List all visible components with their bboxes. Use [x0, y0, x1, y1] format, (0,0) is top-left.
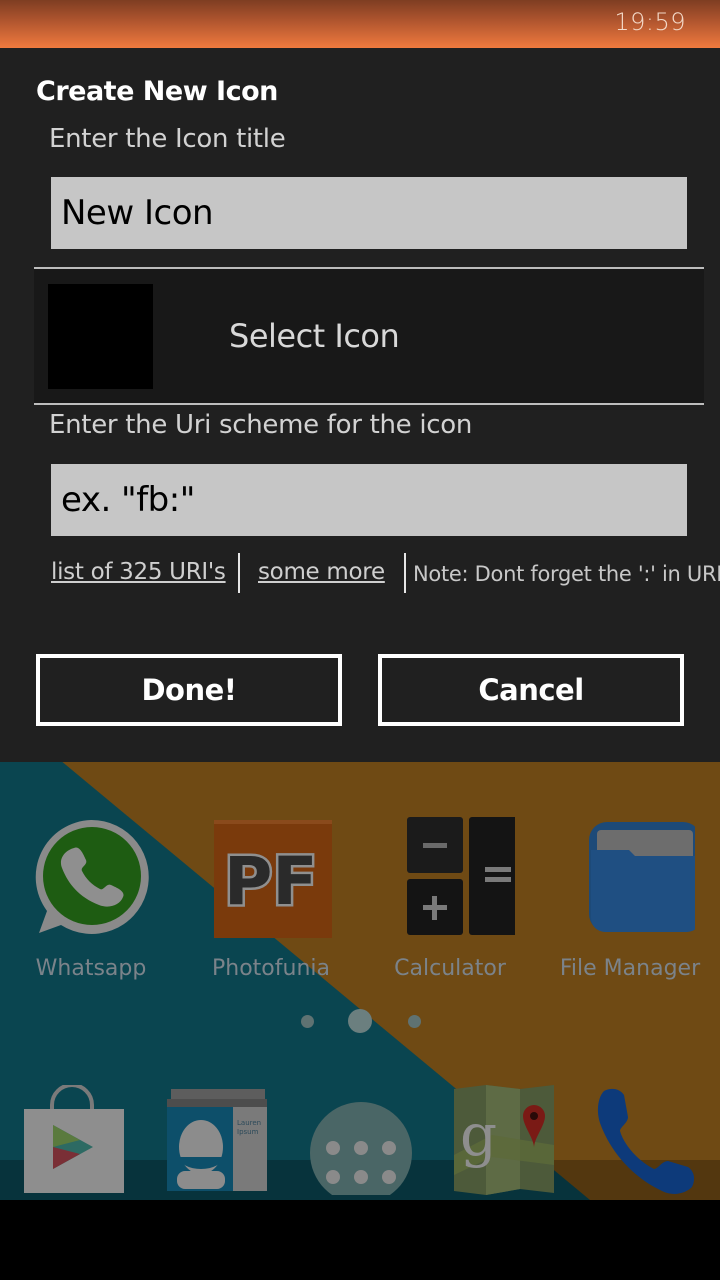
page-dot[interactable]: [408, 1015, 421, 1028]
dock-maps[interactable]: g: [452, 1085, 562, 1195]
calculator-icon: [385, 812, 525, 942]
svg-text:Ipsum: Ipsum: [237, 1128, 259, 1136]
uri-note: Note: Dont forget the ':' in URI: [413, 562, 720, 586]
create-icon-dialog: Create New Icon Enter the Icon title Sel…: [0, 48, 720, 762]
app-photofunia[interactable]: PF Photofunia: [191, 812, 351, 981]
app-label: Photofunia: [212, 956, 330, 981]
app-whatsapp[interactable]: Whatsapp: [11, 812, 171, 981]
phone-icon: [597, 1088, 695, 1194]
select-icon-button[interactable]: Select Icon: [34, 269, 704, 405]
whatsapp-icon: [26, 812, 156, 942]
uri-list-link[interactable]: list of 325 URI's: [51, 559, 226, 585]
maps-icon: g: [454, 1085, 554, 1195]
select-icon-label: Select Icon: [229, 317, 400, 355]
svg-text:PF: PF: [224, 843, 317, 920]
app-label: Calculator: [394, 956, 506, 981]
app-label: File Manager: [559, 956, 701, 981]
contacts-card-text: Lauren: [237, 1119, 261, 1127]
dock-contacts[interactable]: Lauren Ipsum: [163, 1085, 273, 1195]
photofunia-icon: PF: [206, 812, 336, 942]
page-indicator: [0, 1008, 720, 1038]
app-label: Whatsapp: [35, 956, 147, 981]
dock-phone[interactable]: [596, 1085, 706, 1195]
page-dot-current[interactable]: [348, 1009, 372, 1033]
uri-scheme-label: Enter the Uri scheme for the icon: [49, 410, 473, 440]
app-drawer-icon: [310, 1102, 412, 1200]
separator: [404, 553, 406, 593]
contacts-icon: Lauren Ipsum: [167, 1089, 267, 1191]
icon-preview: [48, 284, 153, 389]
clock: 19:59: [614, 8, 686, 36]
app-file-manager[interactable]: File Manager: [550, 812, 710, 981]
separator: [238, 553, 240, 593]
file-manager-icon: [565, 812, 701, 942]
uri-help-row: list of 325 URI's some more Note: Dont f…: [51, 553, 720, 597]
some-more-link[interactable]: some more: [258, 559, 385, 585]
done-button[interactable]: Done!: [36, 654, 342, 726]
dock-app-drawer[interactable]: [308, 1085, 418, 1200]
dock-play-store[interactable]: [20, 1083, 130, 1195]
page-dot[interactable]: [301, 1015, 314, 1028]
icon-title-input[interactable]: [51, 177, 687, 249]
dialog-title: Create New Icon: [36, 76, 278, 107]
uri-scheme-input[interactable]: [51, 464, 687, 536]
divider: [34, 403, 704, 405]
app-calculator[interactable]: Calculator: [370, 812, 530, 981]
play-store-icon: [24, 1083, 124, 1193]
navigation-bar: [0, 1200, 720, 1280]
status-bar: 19:59: [0, 0, 720, 48]
cancel-button[interactable]: Cancel: [378, 654, 684, 726]
svg-text:g: g: [460, 1101, 497, 1169]
dock: Lauren Ipsum g: [0, 1083, 720, 1200]
icon-title-label: Enter the Icon title: [49, 124, 286, 154]
